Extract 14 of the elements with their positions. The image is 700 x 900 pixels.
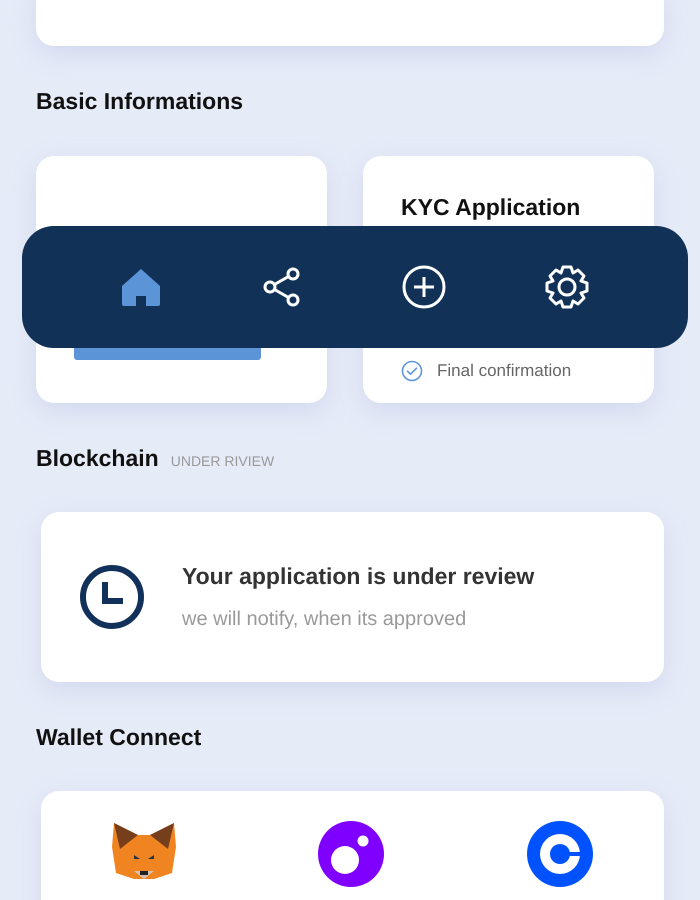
review-note: we will notify, when its approved (182, 608, 468, 631)
review-message: Your application is under review (182, 563, 534, 590)
section-heading: Wallet Connect (36, 724, 202, 751)
settings-icon[interactable] (543, 263, 592, 311)
section-heading: Basic Informations (36, 88, 244, 115)
status-label: UNDER RIVIEW (170, 453, 274, 469)
add-icon[interactable] (402, 265, 446, 309)
clock-icon (79, 564, 145, 630)
ring-icon[interactable] (526, 821, 593, 887)
step-label: Final confirmation (437, 361, 572, 381)
orb-icon[interactable] (318, 821, 384, 887)
section-heading: Blockchain (36, 445, 159, 472)
card-title: KYC Application (401, 194, 582, 221)
fox-icon[interactable] (112, 821, 176, 879)
